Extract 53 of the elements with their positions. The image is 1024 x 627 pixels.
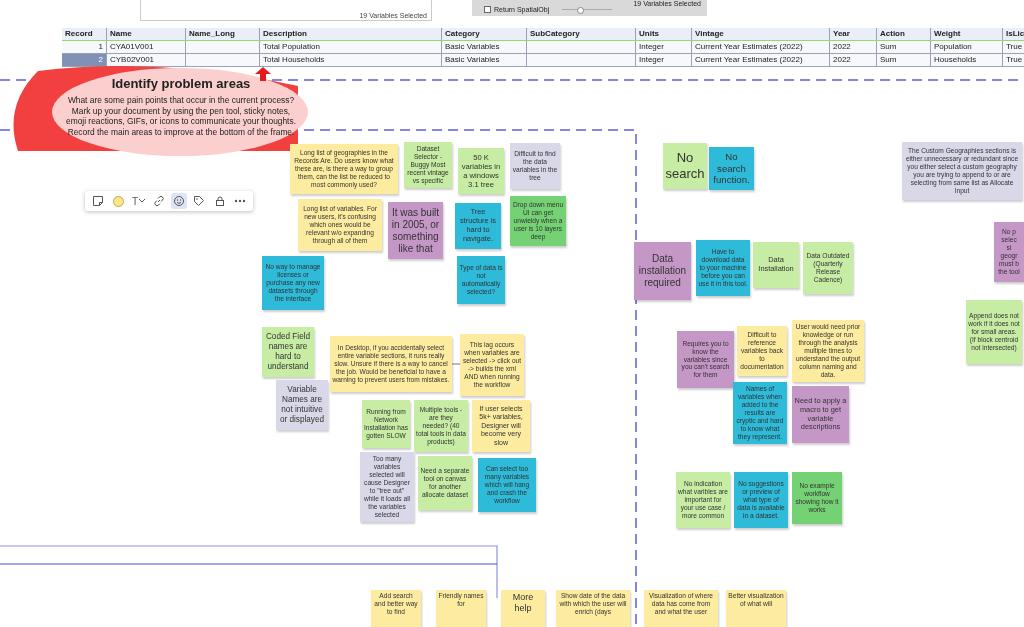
connector-line (451, 363, 461, 365)
lock-icon (213, 195, 226, 207)
sticky-note[interactable]: Data installation required (634, 242, 691, 300)
sticky-note[interactable]: More help (501, 590, 545, 627)
table-cell: Current Year Estimates (2022) (692, 54, 830, 67)
table-cell: Total Population (260, 41, 442, 54)
table-cell: 2022 (830, 54, 877, 67)
text-tool-button[interactable]: T (130, 193, 147, 209)
table-cell: CYA01V001 (107, 41, 186, 54)
table-cell: True (1003, 54, 1024, 67)
more-icon (233, 199, 246, 203)
callout-text: What are some pain points that occur in the current process? Mark up your document by using the pen tool, sticky notes, emoji reactions, GIFs, or icons to communicate your thoughts. Record the main areas to improve at the bottom of the frame. (65, 95, 297, 137)
table-cell: Population (931, 41, 1003, 54)
column-header[interactable]: Weight (931, 28, 1003, 40)
tag-icon (193, 195, 206, 207)
caret-icon (139, 199, 146, 203)
sticky-note-icon (92, 195, 105, 207)
table-cell: Sum (877, 41, 931, 54)
table-cell: CYB02V001 (107, 54, 186, 67)
column-header[interactable]: Name_Long (186, 28, 260, 40)
table-cell: Integer (636, 54, 692, 67)
callout-title: Identify problem areas (111, 76, 251, 91)
column-header[interactable]: Name (107, 28, 186, 40)
column-header[interactable]: Action (877, 28, 931, 40)
sticky-note[interactable]: Coded Field names are hard to understand (262, 327, 314, 377)
sticky-note[interactable]: Variable Names are not intuitive or displayed (276, 380, 328, 430)
row-header[interactable]: 1 (62, 41, 107, 54)
table-cell: Current Year Estimates (2022) (692, 41, 830, 54)
table-cell: 2022 (830, 41, 877, 54)
slider-thumb[interactable] (576, 7, 584, 14)
table-cell: Sum (877, 54, 931, 67)
table-cell: Households (931, 54, 1003, 67)
table-cell: Basic Variables (442, 41, 527, 54)
column-header[interactable]: Units (636, 28, 692, 40)
column-header[interactable]: Record (62, 28, 107, 40)
checkbox[interactable] (484, 6, 491, 13)
sticky-note[interactable]: No search function. (709, 147, 754, 190)
column-header[interactable]: IsLic (1003, 28, 1024, 40)
sticky-note[interactable]: No search (663, 143, 707, 189)
smiley-icon (173, 195, 186, 207)
sticker-button[interactable] (171, 193, 188, 209)
table-cell: Integer (636, 41, 692, 54)
column-header[interactable]: Year (830, 28, 877, 40)
column-header[interactable]: SubCategory (527, 28, 636, 40)
column-header[interactable]: Description (260, 28, 442, 40)
column-header[interactable]: Category (442, 28, 527, 40)
text-tool-label: T (132, 195, 139, 207)
column-header[interactable]: Vintage (692, 28, 830, 40)
sticky-note[interactable]: It was built in 2005, or something like that (388, 202, 443, 259)
link-icon (152, 195, 165, 207)
table-cell: True (1003, 41, 1024, 54)
table-cell: Basic Variables (442, 54, 527, 67)
table-cell: Total Households (260, 54, 442, 67)
